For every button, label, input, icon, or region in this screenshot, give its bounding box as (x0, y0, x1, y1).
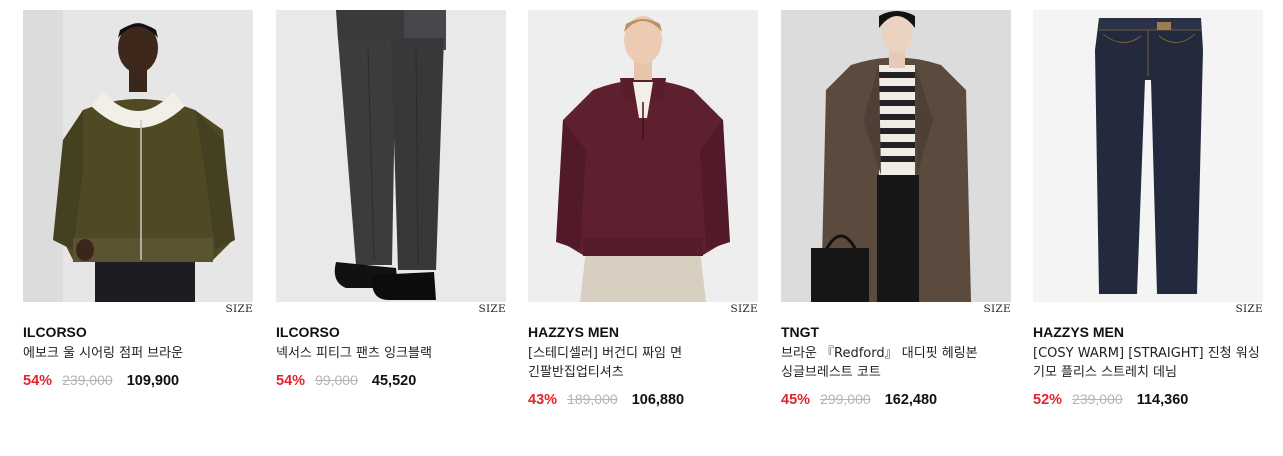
product-image[interactable] (276, 10, 506, 302)
product-card[interactable]: SIZE HAZZYS MEN [스테디셀러] 버건디 짜임 면 긴팔반집업티셔… (528, 10, 758, 408)
product-name[interactable]: [COSY WARM] [STRAIGHT] 진청 워싱 기모 플리스 스트레치… (1033, 344, 1265, 382)
product-photo (528, 10, 758, 302)
discount-rate: 52% (1033, 392, 1063, 408)
product-image[interactable] (528, 10, 758, 302)
price-row: 54% 99,000 45,520 (276, 372, 416, 389)
product-name[interactable]: 에보크 울 시어링 점퍼 브라운 (23, 344, 255, 363)
original-price: 239,000 (62, 372, 113, 388)
product-photo (1033, 10, 1263, 302)
product-image[interactable] (1033, 10, 1263, 302)
product-grid: SIZE ILCORSO 에보크 울 시어링 점퍼 브라운 54% 239,00… (0, 0, 1283, 456)
sale-price: 106,880 (631, 392, 685, 408)
product-name[interactable]: 브라운 『Redford』 대디핏 헤링본 싱글브레스트 코트 (781, 344, 1013, 382)
discount-rate: 54% (276, 373, 306, 389)
size-button[interactable]: SIZE (225, 303, 253, 315)
product-photo (781, 10, 1011, 302)
size-button[interactable]: SIZE (478, 303, 506, 315)
sale-price: 45,520 (371, 373, 417, 389)
brand-name[interactable]: ILCORSO (23, 324, 87, 340)
sale-price: 109,900 (126, 373, 180, 389)
original-price: 239,000 (1072, 391, 1123, 407)
product-card[interactable]: SIZE TNGT 브라운 『Redford』 대디핏 헤링본 싱글브레스트 코… (781, 10, 1011, 408)
size-button[interactable]: SIZE (1235, 303, 1263, 315)
price-row: 43% 189,000 106,880 (528, 391, 684, 408)
product-card[interactable]: SIZE ILCORSO 에보크 울 시어링 점퍼 브라운 54% 239,00… (23, 10, 253, 389)
size-button[interactable]: SIZE (983, 303, 1011, 315)
sale-price: 114,360 (1136, 392, 1189, 408)
original-price: 299,000 (820, 391, 871, 407)
brand-name[interactable]: ILCORSO (276, 324, 340, 340)
size-button[interactable]: SIZE (730, 303, 758, 315)
product-card[interactable]: SIZE HAZZYS MEN [COSY WARM] [STRAIGHT] 진… (1033, 10, 1263, 408)
discount-rate: 45% (781, 392, 811, 408)
brand-name[interactable]: TNGT (781, 324, 819, 340)
brand-name[interactable]: HAZZYS MEN (1033, 324, 1124, 340)
product-name[interactable]: 넥서스 피티그 팬츠 잉크블랙 (276, 344, 508, 363)
product-card[interactable]: SIZE ILCORSO 넥서스 피티그 팬츠 잉크블랙 54% 99,000 … (276, 10, 506, 389)
product-image[interactable] (23, 10, 253, 302)
discount-rate: 54% (23, 373, 53, 389)
product-image[interactable] (781, 10, 1011, 302)
price-row: 45% 299,000 162,480 (781, 391, 937, 408)
product-name[interactable]: [스테디셀러] 버건디 짜임 면 긴팔반집업티셔츠 (528, 344, 760, 382)
original-price: 189,000 (567, 391, 618, 407)
price-row: 54% 239,000 109,900 (23, 372, 179, 389)
sale-price: 162,480 (884, 392, 938, 408)
price-row: 52% 239,000 114,360 (1033, 391, 1188, 408)
product-photo (276, 10, 506, 302)
discount-rate: 43% (528, 392, 558, 408)
product-photo (23, 10, 253, 302)
brand-name[interactable]: HAZZYS MEN (528, 324, 619, 340)
original-price: 99,000 (315, 372, 358, 388)
